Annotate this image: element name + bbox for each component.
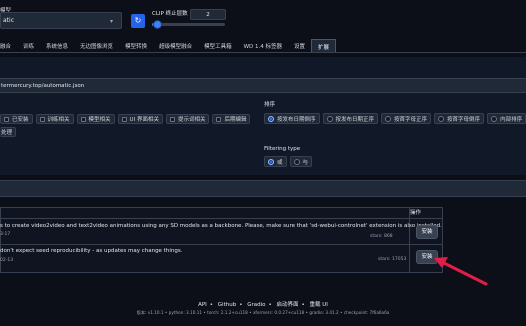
checkbox[interactable] xyxy=(121,116,127,122)
filter-installed[interactable]: 已安装 xyxy=(0,114,33,124)
filter-prompting[interactable]: 提示词相关 xyxy=(165,114,210,124)
checkbox[interactable] xyxy=(4,116,9,122)
radio[interactable] xyxy=(491,115,498,122)
filtering-type-label: Filtering type xyxy=(264,146,301,152)
hide-filter-row-2: 处理 xyxy=(0,127,17,137)
model-select-value: atic xyxy=(3,17,14,24)
action-column-header: 操作 xyxy=(410,210,422,216)
radio-selected[interactable] xyxy=(268,158,274,165)
model-select[interactable]: atic ▾ xyxy=(0,12,122,29)
radio[interactable] xyxy=(293,158,300,165)
extension-index-url-input[interactable]: termercury.top/automatic.json xyxy=(0,78,526,93)
clip-value-input[interactable]: 2 xyxy=(190,9,226,20)
table-row: don't expect seed reproducibility - as u… xyxy=(0,244,443,272)
sort-option[interactable]: 按首字母倒序 xyxy=(434,113,485,124)
tab-train[interactable]: 训练 xyxy=(17,39,40,52)
tab-system-info[interactable]: 系统信息 xyxy=(40,39,74,52)
tab-merge[interactable]: 融合 xyxy=(0,39,17,52)
filtering-option-and[interactable]: 与 xyxy=(289,156,313,167)
filter-training[interactable]: 训练相关 xyxy=(35,114,74,124)
clip-slider-track[interactable] xyxy=(152,23,225,26)
tab-bar: 融合 训练 系统信息 无边图像浏览 模型转换 超级模型融合 模型工具箱 WD 1… xyxy=(0,39,526,53)
footer-version-info: 版本: v1.10.1 • python: 3.10.11 • torch: 2… xyxy=(136,310,390,315)
footer-link-startup[interactable]: 启动界面 xyxy=(276,302,298,308)
install-button[interactable]: 安装 xyxy=(416,225,438,239)
hide-filter-row: 已安装 训练相关 模型相关 UI 界面相关 提示词相关 后期编辑 xyxy=(0,114,251,124)
radio[interactable] xyxy=(326,115,333,122)
filter-processing[interactable]: 处理 xyxy=(0,127,17,137)
sort-label: 排序 xyxy=(264,102,276,108)
filter-editing[interactable]: 后期编辑 xyxy=(212,114,251,124)
tab-super-merger[interactable]: 超级模型融合 xyxy=(153,39,198,52)
filter-ui[interactable]: UI 界面相关 xyxy=(117,114,163,124)
sort-option[interactable]: 内部排序 xyxy=(487,113,526,124)
annotation-arrow-icon xyxy=(434,257,488,286)
filter-models[interactable]: 模型相关 xyxy=(76,114,115,124)
extension-date: 3-17 xyxy=(0,232,11,237)
clip-slider-handle[interactable] xyxy=(153,20,162,29)
extension-description: don't expect seed reproducibility - as u… xyxy=(0,248,183,254)
footer-link-gradio[interactable]: Gradio xyxy=(247,302,265,308)
tab-image-browser[interactable]: 无边图像浏览 xyxy=(74,39,119,52)
chevron-down-icon: ▾ xyxy=(109,18,113,25)
tab-model-toolkit[interactable]: 模型工具箱 xyxy=(198,39,238,52)
footer-link-github[interactable]: Github xyxy=(218,302,236,308)
extension-stars: stars: 868 xyxy=(370,234,393,239)
extension-date: 02-13 xyxy=(0,258,14,263)
radio-selected[interactable] xyxy=(268,115,274,122)
tab-model-convert[interactable]: 模型转换 xyxy=(119,39,153,52)
extension-description: s to create video2video and text2video a… xyxy=(0,223,442,229)
tab-settings[interactable]: 设置 xyxy=(288,39,311,52)
sort-option[interactable]: 按发布日期倒序 xyxy=(264,113,320,124)
tab-wd-tagger[interactable]: WD 1.4 标签器 xyxy=(238,39,288,52)
sort-option[interactable]: 按发布日期正序 xyxy=(322,113,379,124)
radio[interactable] xyxy=(385,115,392,122)
footer-link-reload-ui[interactable]: 重载 UI xyxy=(310,302,328,308)
extension-stars: stars: 17053 xyxy=(378,257,407,262)
footer-link-api[interactable]: API xyxy=(198,302,207,308)
radio[interactable] xyxy=(438,115,445,122)
checkbox[interactable] xyxy=(80,116,86,122)
search-bar[interactable] xyxy=(0,180,526,197)
table-row: s to create video2video and text2video a… xyxy=(0,218,443,243)
filtering-option-or[interactable]: 或 xyxy=(264,156,287,167)
checkbox[interactable] xyxy=(216,116,222,122)
filtering-type-options: 或 与 xyxy=(264,156,313,167)
clip-label: CLIP 终止层数 xyxy=(152,11,188,17)
checkbox[interactable] xyxy=(169,116,175,122)
refresh-icon: ↻ xyxy=(134,16,142,25)
checkbox[interactable] xyxy=(39,116,45,122)
footer-links: API • Github • Gradio • 启动界面 • 重载 UI xyxy=(198,302,328,308)
sort-option[interactable]: 按首字母正序 xyxy=(381,113,432,124)
sort-options: 按发布日期倒序 按发布日期正序 按首字母正序 按首字母倒序 内部排序 xyxy=(264,113,526,124)
tab-extensions[interactable]: 扩展 xyxy=(311,39,337,52)
refresh-button[interactable]: ↻ xyxy=(131,14,145,28)
